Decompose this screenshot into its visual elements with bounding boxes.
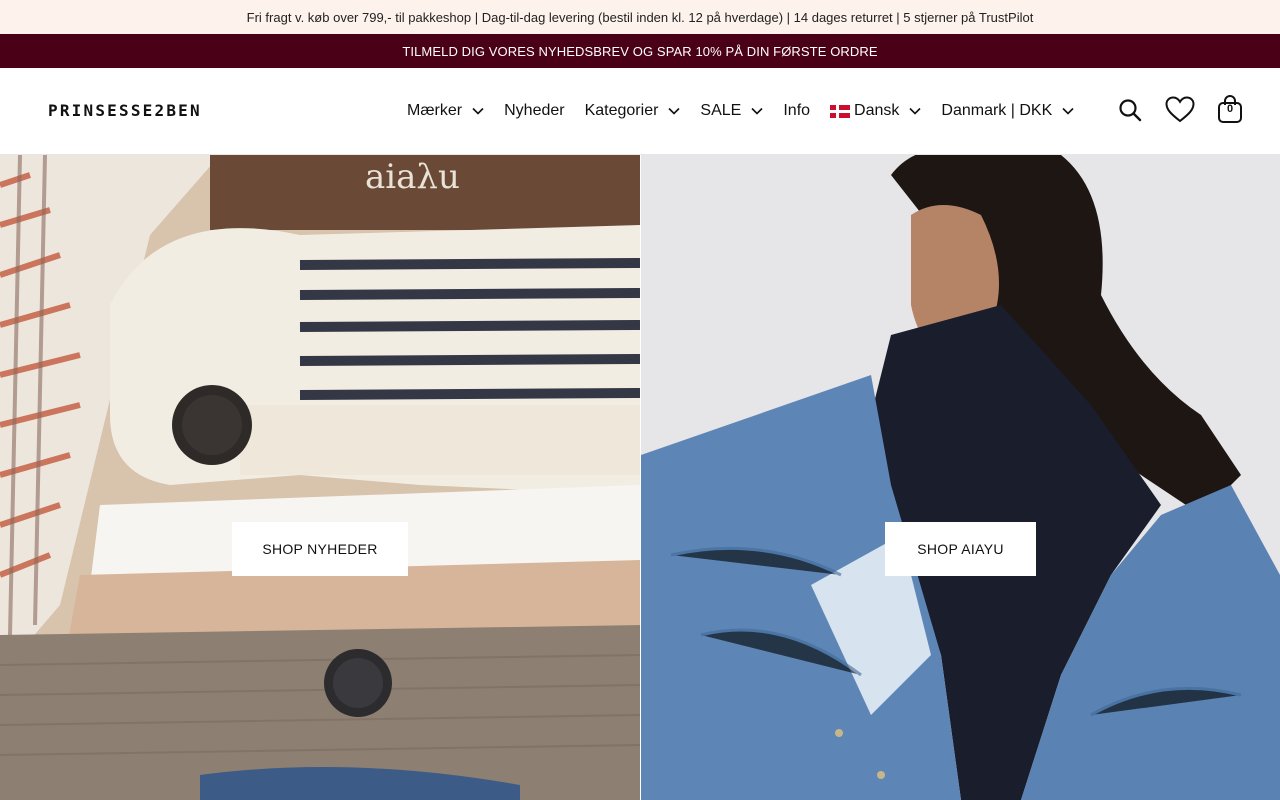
nav-label: Nyheder xyxy=(504,102,565,119)
nav-item-kategorier[interactable]: Kategorier xyxy=(585,102,681,120)
model-denim-jacket-image xyxy=(641,155,1280,800)
shop-nyheder-button[interactable]: SHOP NYHEDER xyxy=(232,522,408,576)
nav-item-sale[interactable]: SALE xyxy=(700,102,763,120)
chevron-down-icon xyxy=(1062,105,1074,117)
nav-label: Kategorier xyxy=(584,102,659,119)
shop-aiayu-button[interactable]: SHOP AIAYU xyxy=(885,522,1036,576)
aiayu-embroidered-logo: aiaλu xyxy=(365,157,460,197)
country-currency-selector[interactable]: Danmark | DKK xyxy=(941,102,1074,120)
nav-label: SALE xyxy=(700,102,742,119)
chevron-down-icon xyxy=(472,105,484,117)
site-logo[interactable]: PRINSESSE2BEN xyxy=(48,101,202,120)
nav-label: Mærker xyxy=(407,102,463,119)
nav-item-nyheder[interactable]: Nyheder xyxy=(504,102,564,120)
announcement-bar: Fri fragt v. køb over 799,- til pakkesho… xyxy=(0,0,1280,34)
announcement-text: Fri fragt v. køb over 799,- til pakkesho… xyxy=(246,9,1034,25)
chevron-down-icon xyxy=(909,105,921,117)
language-selector[interactable]: Dansk xyxy=(830,102,921,120)
knitwear-stack-image: aiaλu xyxy=(0,155,640,800)
newsletter-text[interactable]: TILMELD DIG VORES NYHEDSBREV OG SPAR 10%… xyxy=(402,44,877,59)
newsletter-bar[interactable]: TILMELD DIG VORES NYHEDSBREV OG SPAR 10%… xyxy=(0,34,1280,68)
search-icon[interactable] xyxy=(1116,96,1144,124)
cart-count-badge: 0 xyxy=(1226,103,1234,115)
danish-flag-icon xyxy=(830,104,851,118)
nav-label: Dansk xyxy=(854,102,900,119)
nav-label: Danmark | DKK xyxy=(941,102,1053,119)
chevron-down-icon xyxy=(668,105,680,117)
main-nav: Mærker Nyheder Kategorier SALE Info Dans… xyxy=(407,98,1094,124)
hero-image-nyheder[interactable]: aiaλu xyxy=(0,155,640,800)
site-header: PRINSESSE2BEN Mærker Nyheder Kategorier … xyxy=(0,68,1280,155)
hero-image-aiayu[interactable] xyxy=(641,155,1280,800)
shopping-bag-icon[interactable]: 0 xyxy=(1215,93,1245,125)
nav-label: Info xyxy=(783,102,811,119)
chevron-down-icon xyxy=(751,105,763,117)
nav-item-maerker[interactable]: Mærker xyxy=(407,102,484,120)
nav-item-info[interactable]: Info xyxy=(783,102,810,120)
wishlist-heart-icon[interactable] xyxy=(1164,94,1196,124)
